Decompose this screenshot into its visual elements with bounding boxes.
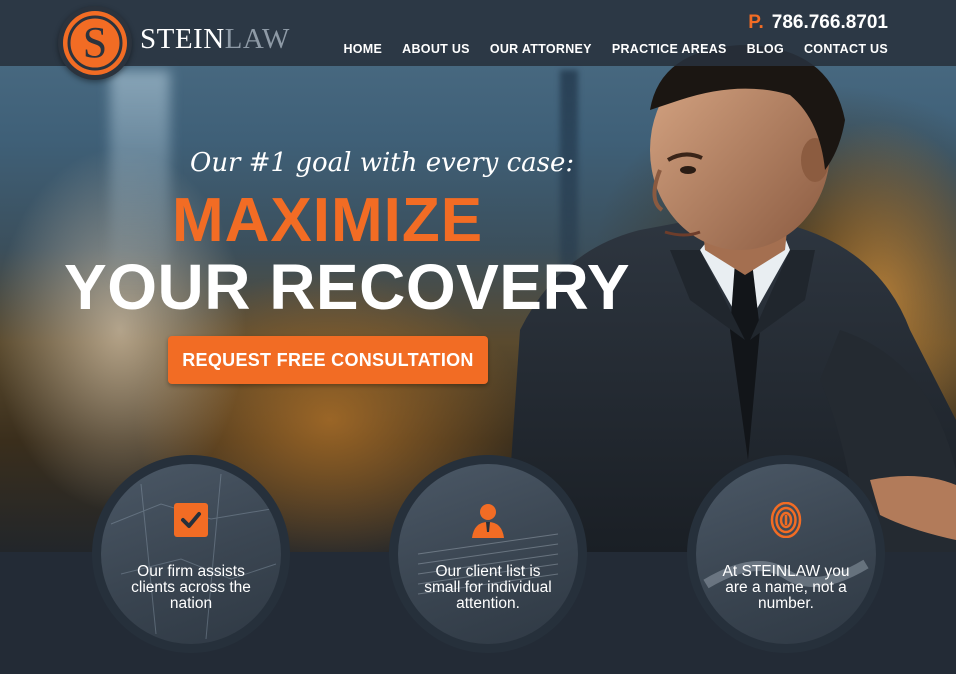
logo-letter: S [83, 18, 107, 67]
feature-circle: At STEINLAW you are a name, not a number… [696, 464, 876, 644]
site-header: STEINLAW P. 786.766.8701 HOME ABOUT US OU… [0, 0, 956, 66]
phone-digits: 786.766.8701 [771, 12, 888, 33]
brand-name-part1: STEIN [140, 23, 225, 55]
person-icon [472, 504, 504, 538]
nav-item-home[interactable]: HOME [343, 42, 382, 56]
request-consultation-button[interactable]: REQUEST FREE CONSULTATION [168, 336, 488, 384]
feature-circle: Our firm assists clients across the nati… [101, 464, 281, 644]
feature-text: Our firm assists clients across the nati… [131, 563, 251, 612]
logo[interactable]: S [58, 6, 132, 80]
hero-headline-line2: YOUR RECOVERY [64, 251, 630, 323]
handshake-texture [703, 559, 869, 589]
feature-small-client-list: Our client list is small for individual … [389, 455, 587, 653]
phone-prefix: P. [748, 12, 764, 33]
hero-headline-line1: MAXIMIZE [172, 186, 484, 255]
hero-tagline: Our #1 goal with every case: [190, 148, 575, 178]
map-texture [110, 473, 277, 640]
logo-s-icon: S [63, 11, 127, 75]
main-nav: HOME ABOUT US OUR ATTORNEY PRACTICE AREA… [343, 42, 888, 56]
feature-text: Our client list is small for individual … [424, 563, 552, 612]
nav-item-contact-us[interactable]: CONTACT US [804, 42, 888, 56]
phone-number[interactable]: P. 786.766.8701 [748, 12, 888, 34]
papers-texture [417, 533, 559, 595]
nav-item-our-attorney[interactable]: OUR ATTORNEY [490, 42, 592, 56]
feature-nationwide: Our firm assists clients across the nati… [92, 455, 290, 653]
feature-circle: Our client list is small for individual … [398, 464, 578, 644]
brand-name-part2: LAW [224, 23, 290, 55]
nav-item-blog[interactable]: BLOG [747, 42, 784, 56]
nav-item-about-us[interactable]: ABOUT US [402, 42, 470, 56]
feature-name-not-number: At STEINLAW you are a name, not a number… [687, 455, 885, 653]
checkbox-icon [174, 503, 208, 537]
nav-item-practice-areas[interactable]: PRACTICE AREAS [612, 42, 727, 56]
brand-wordmark[interactable]: STEINLAW [140, 23, 290, 56]
feature-text: At STEINLAW you are a name, not a number… [722, 563, 850, 612]
fingerprint-icon [770, 502, 802, 538]
